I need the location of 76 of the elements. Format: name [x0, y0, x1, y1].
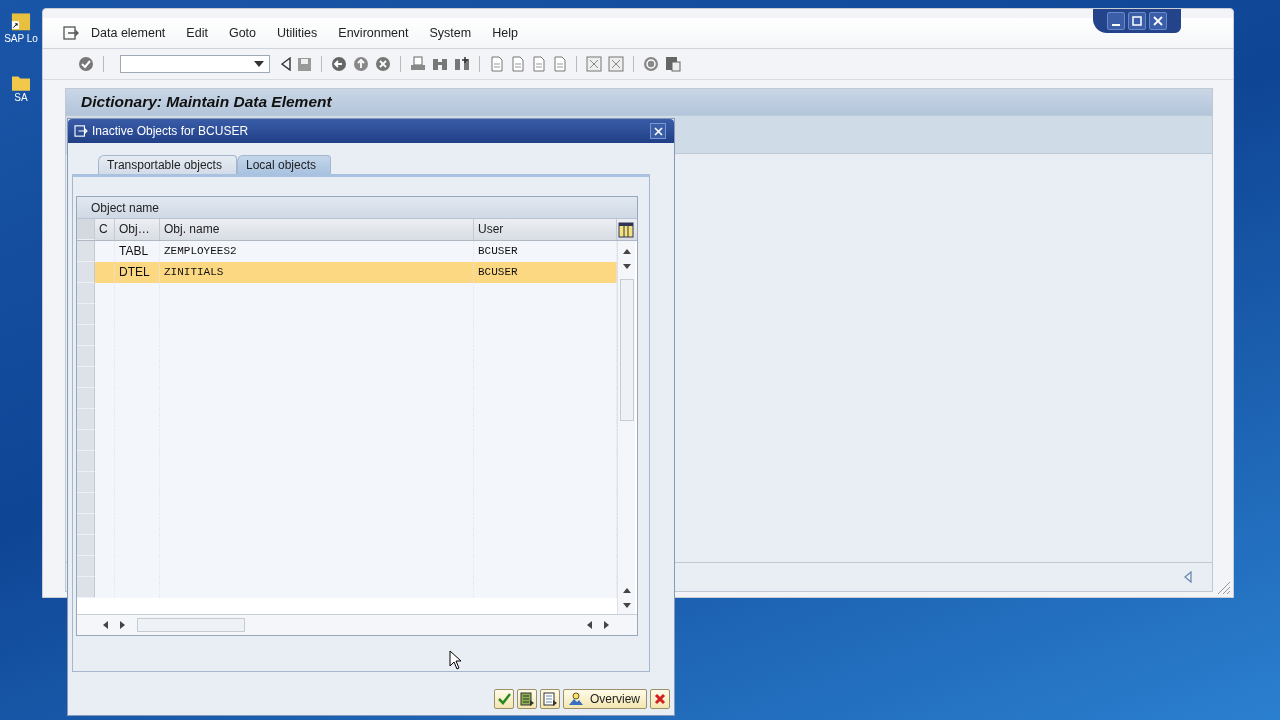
document-button[interactable]	[540, 689, 560, 709]
document-icon	[543, 692, 557, 706]
scroll-down-icon[interactable]	[621, 602, 632, 610]
close-icon	[653, 126, 663, 136]
overview-button[interactable]: Overview	[563, 689, 647, 709]
binoculars-plus-icon[interactable]	[454, 56, 470, 72]
page-icon[interactable]	[489, 56, 504, 72]
check-icon[interactable]	[78, 56, 94, 72]
close-button[interactable]	[1149, 12, 1167, 30]
menu-item[interactable]: Data element	[91, 26, 166, 40]
dialog-icon	[74, 125, 88, 137]
table-row[interactable]: DTEL ZINITIALS BCUSER	[95, 262, 617, 283]
list-icon	[520, 692, 534, 706]
help-icon[interactable]	[643, 56, 659, 72]
tab[interactable]: Local objects	[236, 155, 331, 174]
command-field[interactable]	[120, 55, 270, 73]
triangle-left-icon[interactable]	[281, 57, 291, 71]
menu-item[interactable]: Goto	[228, 26, 256, 40]
desktop-icon-label[interactable]: SAP Lo	[4, 33, 38, 44]
menu-icon[interactable]	[63, 26, 79, 40]
confirm-button[interactable]	[494, 689, 514, 709]
column-header[interactable]: Obj…	[115, 219, 160, 240]
maximize-icon	[1132, 16, 1142, 26]
window-icon[interactable]	[608, 56, 624, 72]
cancel-icon[interactable]	[375, 56, 391, 72]
scroll-left-icon[interactable]	[585, 620, 593, 630]
back-icon[interactable]	[331, 56, 347, 72]
menu-item[interactable]: System	[429, 26, 472, 40]
scroll-up-icon[interactable]	[621, 586, 632, 594]
tab[interactable]: Transportable objects	[98, 155, 237, 174]
scroll-up-icon[interactable]	[621, 247, 632, 255]
folder-icon[interactable]	[10, 74, 32, 92]
scroll-right-icon[interactable]	[119, 620, 127, 630]
binoculars-icon[interactable]	[432, 56, 448, 72]
mouse-pointer-icon	[449, 650, 463, 670]
desktop-icon-label[interactable]: SA	[14, 92, 28, 103]
page-icon[interactable]	[531, 56, 546, 72]
menu-item[interactable]: Environment	[338, 26, 409, 40]
menu-item[interactable]: Help	[492, 26, 518, 40]
select-all-cell[interactable]	[77, 219, 95, 240]
cancel-icon	[654, 693, 666, 705]
scroll-thumb[interactable]	[619, 279, 634, 421]
close-button[interactable]	[650, 123, 666, 139]
maximize-button[interactable]	[1128, 12, 1146, 30]
table-row[interactable]: TABL ZEMPLOYEES2 BCUSER	[95, 241, 617, 262]
column-header[interactable]: Obj. name	[160, 219, 474, 240]
column-header[interactable]: C	[95, 219, 115, 240]
horizontal-scrollbar[interactable]	[77, 614, 637, 635]
page-icon[interactable]	[552, 56, 567, 72]
checkmark-icon	[497, 692, 511, 706]
screen-title: Dictionary: Maintain Data Element	[81, 93, 332, 111]
scroll-right-icon[interactable]	[603, 620, 611, 630]
cancel-button[interactable]	[650, 689, 670, 709]
list-button[interactable]	[517, 689, 537, 709]
up-icon[interactable]	[353, 56, 369, 72]
minimize-icon	[1112, 24, 1120, 26]
dialog-title: Inactive Objects for BCUSER	[92, 124, 250, 138]
layout-icon[interactable]	[665, 56, 681, 72]
close-icon	[1153, 16, 1163, 26]
page-icon[interactable]	[510, 56, 525, 72]
columns-icon[interactable]	[618, 221, 634, 238]
scroll-thumb[interactable]	[137, 618, 245, 632]
scroll-down-icon[interactable]	[621, 263, 632, 271]
menu-item[interactable]: Utilities	[277, 26, 318, 40]
shortcut-icon[interactable]	[10, 12, 32, 33]
table-title: Object name	[91, 200, 160, 215]
window-icon[interactable]	[586, 56, 602, 72]
save-icon[interactable]	[297, 56, 312, 72]
scroll-left-icon[interactable]	[101, 620, 109, 630]
dropdown-caret-icon[interactable]	[254, 61, 264, 67]
menu-item[interactable]: Edit	[186, 26, 208, 40]
minimize-button[interactable]	[1107, 12, 1125, 30]
vertical-scrollbar[interactable]	[617, 241, 635, 614]
column-header[interactable]: User	[474, 219, 617, 240]
resize-grip-icon[interactable]	[1217, 581, 1231, 595]
print-icon[interactable]	[410, 56, 426, 72]
